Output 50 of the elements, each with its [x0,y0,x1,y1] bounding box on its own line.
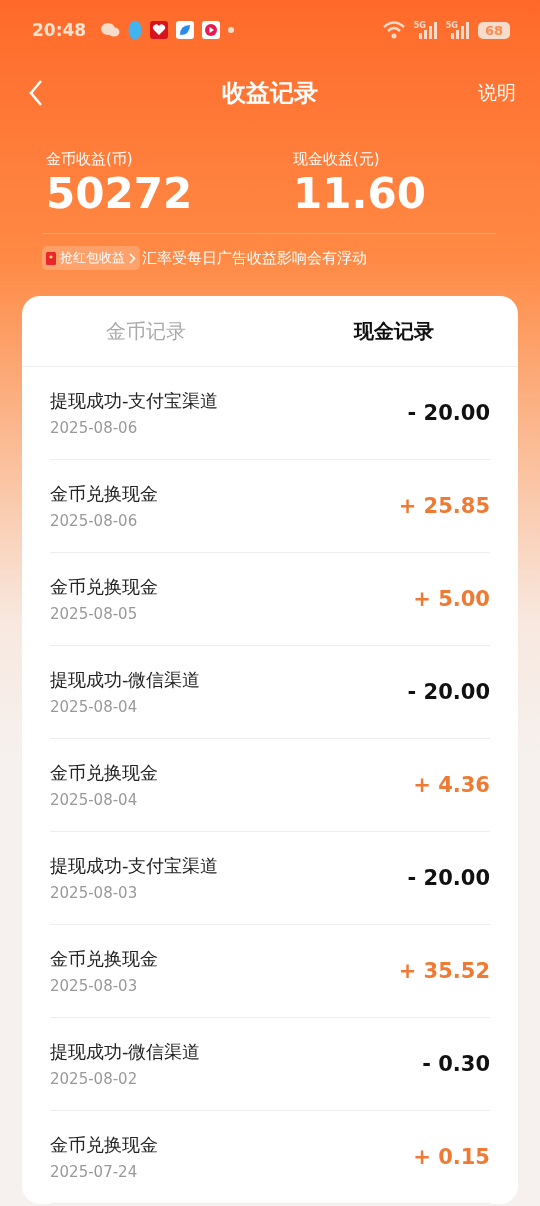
chevron-icon [129,252,136,264]
record-title: 提现成功-支付宝渠道 [50,389,219,413]
play-app-icon [202,21,221,39]
record-date: 2025-08-06 [50,419,139,437]
record-title: 提现成功-微信渠道 [50,1040,201,1064]
record-amount: + 4.36 [413,773,490,797]
network-label: 5G [445,21,458,30]
record-title: 金币兑换现金 [50,947,158,971]
record-title: 提现成功-微信渠道 [50,668,201,692]
tab[interactable]: 金币记录 [22,296,270,366]
record-date: 2025-08-03 [50,977,139,995]
dot-icon [228,27,235,33]
record-amount: + 35.52 [398,959,490,983]
record-amount: - 20.00 [407,680,490,704]
summary-label: 现金收益(元) [293,150,381,169]
network-label: 5G [413,21,426,30]
record-date: 2025-08-04 [50,791,139,809]
record-amount: + 25.85 [398,494,490,518]
record-amount: + 5.00 [413,587,490,611]
record-date: 2025-07-24 [50,1163,139,1181]
wifi-icon [381,21,406,39]
summary-label: 金币收益(币) [46,150,134,169]
record-title: 金币兑换现金 [50,1133,158,1157]
leaf-app-icon [176,21,195,39]
bonus-link[interactable]: 抢红包收益 [42,246,140,270]
record-date: 2025-08-06 [50,512,139,530]
record-title: 金币兑换现金 [50,575,158,599]
record-amount: - 0.30 [422,1052,490,1076]
record-amount: - 20.00 [407,866,490,890]
record-amount: - 20.00 [407,401,490,425]
page-title: 收益记录 [222,78,318,109]
record-title: 金币兑换现金 [50,761,158,785]
record-date: 2025-08-03 [50,884,139,902]
summary-value: 50272 [46,169,194,219]
record-date: 2025-08-05 [50,605,139,623]
tab[interactable]: 现金记录 [270,296,518,366]
record-date: 2025-08-04 [50,698,139,716]
back-icon[interactable] [28,79,44,107]
record-amount: + 0.15 [413,1145,490,1169]
summary-value: 11.60 [293,169,427,219]
notice-text: 汇率受每日广告收益影响会有浮动 [142,248,367,268]
chat-app-icon [100,22,121,38]
record-date: 2025-08-02 [50,1070,139,1088]
envelope-icon [46,251,56,265]
record-title: 提现成功-支付宝渠道 [50,854,219,878]
status-time: 20:48 [32,20,87,40]
record-title: 金币兑换现金 [50,482,158,506]
heart-app-icon [150,21,169,39]
battery-indicator: 68 [477,21,510,39]
help-link[interactable]: 说明 [478,80,516,106]
